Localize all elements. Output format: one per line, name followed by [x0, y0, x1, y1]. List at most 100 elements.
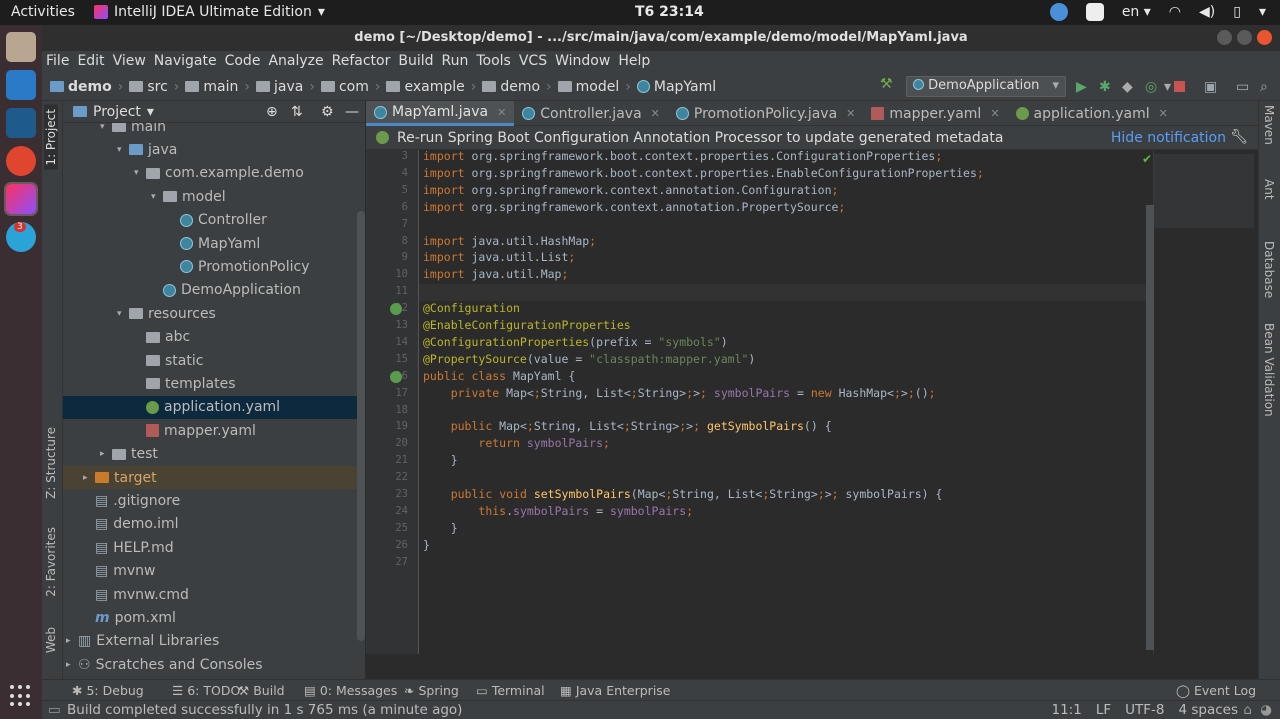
tree-item[interactable]: abc [63, 326, 357, 349]
tree-item[interactable]: MapYaml [63, 232, 357, 255]
tree-item[interactable]: ▾ main [63, 123, 357, 138]
code-line[interactable]: return symbolPairs; [423, 435, 610, 452]
menu-view[interactable]: View [109, 51, 150, 73]
memory-indicator-icon[interactable]: ◕ [1260, 702, 1272, 718]
code-line[interactable]: public Map<;String, List<;String>;>; get… [423, 418, 832, 435]
tree-item[interactable]: mapper.yaml [63, 419, 357, 442]
menu-run[interactable]: Run [438, 51, 473, 73]
breadcrumb-item[interactable]: src [129, 79, 168, 95]
code-line[interactable]: @Configuration [423, 300, 520, 317]
code-line[interactable]: import java.util.HashMap; [423, 233, 596, 250]
tree-item[interactable]: Controller [63, 209, 357, 232]
menu-navigate[interactable]: Navigate [150, 51, 221, 73]
code-line[interactable]: public class MapYaml { [423, 368, 575, 385]
code-line[interactable]: } [423, 537, 430, 554]
indent-setting[interactable]: 4 spaces [1178, 702, 1238, 718]
stop-icon[interactable] [1174, 81, 1185, 92]
tree-item[interactable]: ▾ resources [63, 302, 357, 325]
tree-item[interactable]: ▤ .gitignore [63, 489, 357, 512]
expand-arrow-icon[interactable]: ▾ [100, 123, 112, 132]
profile-icon[interactable]: ◎ [1145, 79, 1159, 95]
close-tab-icon[interactable]: ✕ [1159, 107, 1168, 120]
menu-build[interactable]: Build [394, 51, 437, 73]
tool-spring[interactable]: ❧ Spring [404, 683, 459, 698]
code-minimap[interactable] [1154, 150, 1258, 654]
tree-item[interactable]: ▸ ⚇ Scratches and Consoles [63, 653, 357, 676]
pycharm-like-icon[interactable] [6, 108, 36, 138]
expand-arrow-icon[interactable]: ▸ [66, 636, 78, 646]
tree-item[interactable]: ▸ target [63, 466, 357, 489]
tree-item[interactable]: PromotionPolicy [63, 255, 357, 278]
editor-tab[interactable]: Controller.java ✕ [514, 101, 668, 126]
code-line[interactable]: import org.springframework.context.annot… [423, 182, 838, 199]
menu-help[interactable]: Help [614, 51, 654, 73]
app-menu[interactable]: IntelliJ IDEA Ultimate Edition ▾ [94, 4, 325, 20]
breadcrumb-item[interactable]: MapYaml [636, 79, 716, 95]
menu-analyze[interactable]: Analyze [264, 51, 327, 73]
tree-item[interactable]: ▾ java [63, 138, 357, 161]
expand-arrow-icon[interactable]: ▸ [83, 473, 95, 483]
editor-tab[interactable]: mapper.yaml ✕ [863, 101, 1007, 126]
debug-icon[interactable]: ✱ [1099, 79, 1113, 95]
code-line[interactable]: import java.util.List; [423, 249, 575, 266]
editor-tab[interactable]: application.yaml ✕ [1008, 101, 1176, 126]
code-editor[interactable]: 3456789101112131415161718192021222324252… [366, 150, 1258, 654]
tab-favorites[interactable]: 2: Favorites [44, 527, 58, 597]
menu-vcs[interactable]: VCS [515, 51, 551, 73]
tree-item[interactable]: ▸ test [63, 443, 357, 466]
code-line[interactable]: private Map<;String, List<;String>;>; sy… [423, 385, 936, 402]
tool-java-enterprise[interactable]: ▦ Java Enterprise [560, 683, 671, 698]
breadcrumb-item[interactable]: main [185, 79, 238, 95]
expand-arrow-icon[interactable]: ▾ [117, 309, 129, 319]
menu-code[interactable]: Code [221, 51, 265, 73]
tree-item[interactable]: ▾ com.example.demo [63, 162, 357, 185]
caret-position[interactable]: 11:1 [1051, 702, 1081, 718]
search-everywhere-icon[interactable]: ⌕ [1260, 79, 1274, 95]
locate-icon[interactable]: ⊕ [266, 104, 278, 120]
gear-icon[interactable]: ⚙ [321, 104, 334, 120]
wrench-icon[interactable]: 🔧︎ [1230, 129, 1248, 145]
code-line[interactable]: } [423, 520, 458, 537]
tab-database[interactable]: Database [1262, 241, 1276, 298]
expand-arrow-icon[interactable]: ▾ [117, 145, 129, 155]
breadcrumb-item[interactable]: example [386, 79, 465, 95]
tab-project[interactable]: 1: Project [44, 105, 58, 170]
breadcrumb-item[interactable]: model [557, 79, 619, 95]
menu-tools[interactable]: Tools [472, 51, 515, 73]
hide-panel-icon[interactable]: — [345, 104, 359, 120]
tab-maven[interactable]: Maven [1262, 105, 1276, 145]
breadcrumb-item[interactable]: java [256, 79, 303, 95]
breadcrumb-item[interactable]: com [320, 79, 369, 95]
code-line[interactable]: import org.springframework.context.annot… [423, 199, 845, 216]
breadcrumb-item[interactable]: demo [50, 79, 112, 95]
tree-item[interactable]: static [63, 349, 357, 372]
close-tab-icon[interactable]: ✕ [846, 107, 855, 120]
status-message[interactable]: Build completed successfully in 1 s 765 … [67, 702, 462, 718]
terminal-window-icon[interactable]: ▭ [1236, 79, 1250, 95]
tree-item[interactable]: m pom.xml [63, 606, 357, 629]
tab-ant[interactable]: Ant [1262, 179, 1276, 200]
chevron-down-icon[interactable]: ▾ [147, 104, 154, 120]
status-toggle-icon[interactable]: ▭ [48, 702, 61, 718]
expand-arrow-icon[interactable]: ▾ [151, 192, 163, 202]
code-line[interactable]: this.symbolPairs = symbolPairs; [423, 503, 693, 520]
chrome-icon[interactable] [6, 146, 36, 176]
event-log-button[interactable]: ◯ Event Log [1176, 683, 1256, 698]
code-line[interactable]: import org.springframework.boot.context.… [423, 150, 942, 165]
project-structure-icon[interactable]: ▣ [1204, 79, 1218, 95]
tree-item[interactable]: application.yaml [63, 395, 357, 419]
chrome-tray-icon[interactable] [1049, 3, 1068, 21]
build-hammer-icon[interactable]: ⚒ [880, 76, 894, 92]
tab-bean-validation[interactable]: Bean Validation [1262, 323, 1276, 417]
tab-web[interactable]: Web [44, 627, 58, 653]
tree-item[interactable]: ▤ mvnw.cmd [63, 583, 357, 606]
activities-button[interactable]: Activities [11, 4, 75, 20]
code-line[interactable]: @PropertySource(value = "classpath:mappe… [423, 351, 755, 368]
project-scrollbar[interactable] [357, 211, 365, 641]
wifi-icon[interactable]: ◠ [1169, 4, 1181, 20]
notification-tray-icon[interactable] [1085, 3, 1104, 21]
tree-item[interactable]: templates [63, 372, 357, 395]
minimize-button[interactable] [1217, 30, 1232, 45]
battery-icon[interactable]: ▯ [1233, 4, 1241, 20]
line-separator[interactable]: LF [1096, 702, 1111, 718]
